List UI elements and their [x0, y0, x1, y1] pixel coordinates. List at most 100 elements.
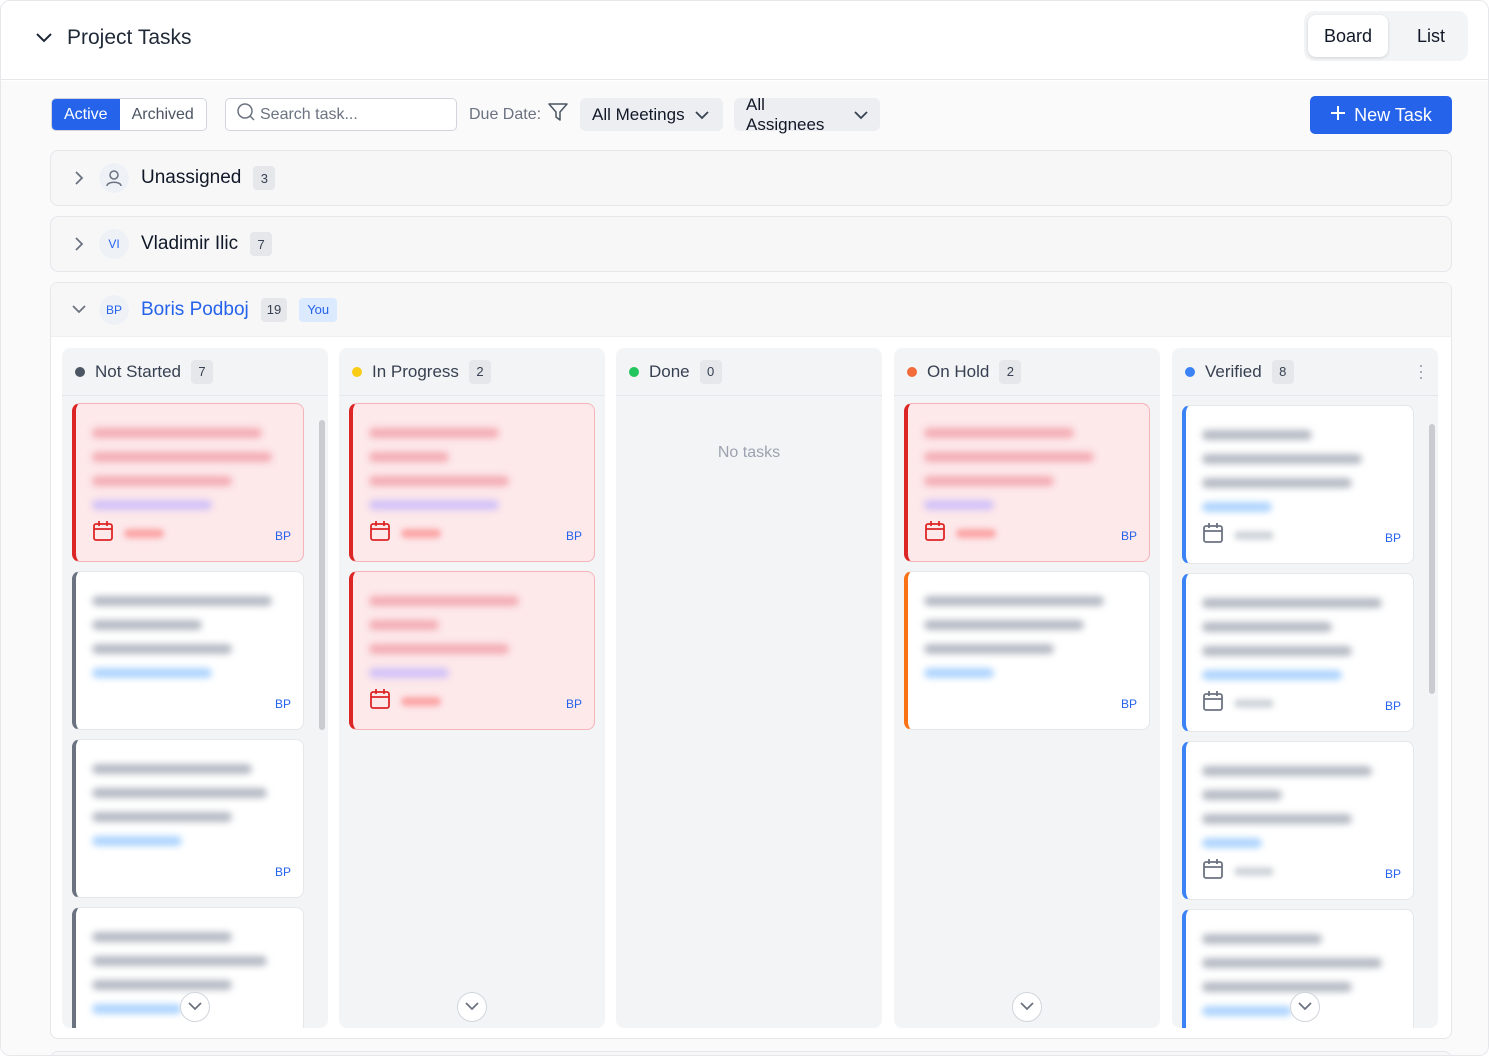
group-header[interactable]: VI Vladimir Ilic 7: [51, 217, 273, 271]
active-tab[interactable]: Active: [52, 99, 120, 130]
due-date: [369, 520, 441, 547]
filter-icon[interactable]: [547, 101, 569, 128]
column-title: Done: [649, 361, 690, 381]
column-not-started: Not Started 7 BP BP BP: [62, 348, 328, 1028]
task-card-content: [369, 588, 549, 692]
view-toggle: Board List: [1304, 11, 1468, 61]
meetings-dropdown-label: All Meetings: [592, 104, 685, 124]
new-task-button[interactable]: New Task: [1310, 96, 1452, 134]
board-view-button[interactable]: Board: [1308, 15, 1388, 57]
assignee-initials: BP: [565, 697, 582, 711]
group-name: Vladimir Ilic: [141, 233, 239, 254]
assignees-dropdown-label: All Assignees: [746, 94, 825, 134]
calendar-icon: [369, 688, 391, 715]
meetings-dropdown[interactable]: All Meetings: [580, 98, 723, 131]
calendar-icon: [1202, 522, 1224, 549]
next-group-edge: [50, 1051, 1452, 1055]
list-view-button[interactable]: List: [1398, 15, 1464, 57]
calendar-icon: [1202, 858, 1224, 885]
status-dot: [75, 366, 85, 377]
task-card[interactable]: BP: [72, 739, 304, 898]
task-card[interactable]: BP: [72, 403, 304, 562]
task-card-content: [369, 420, 549, 524]
load-more-button[interactable]: [180, 992, 210, 1022]
due-date: [92, 520, 164, 547]
new-task-label: New Task: [1354, 104, 1432, 125]
status-segmented-control: Active Archived: [51, 98, 207, 131]
task-card[interactable]: BP: [1182, 573, 1414, 732]
column-verified: Verified 8 · · · BP BP BP: [1172, 348, 1438, 1028]
task-card-content: [1202, 422, 1382, 526]
scrollbar-thumb[interactable]: [319, 420, 325, 730]
collapse-panel-toggle[interactable]: Project Tasks: [35, 26, 192, 50]
column-title: In Progress: [372, 361, 459, 381]
assignees-dropdown[interactable]: All Assignees: [734, 95, 880, 134]
you-badge: You: [299, 297, 338, 322]
avatar: VI: [99, 229, 129, 259]
due-date: [369, 688, 441, 715]
column-count-badge: 2: [999, 359, 1022, 384]
search-box[interactable]: [225, 98, 457, 131]
task-card[interactable]: BP: [1182, 741, 1414, 900]
task-card-content: [924, 588, 1104, 692]
group-count-badge: 7: [250, 232, 273, 256]
calendar-icon: [369, 520, 391, 547]
chevron-down-icon: [188, 998, 202, 1016]
chevron-right-icon: [71, 237, 87, 251]
assignee-initials: BP: [1384, 531, 1401, 545]
group-unassigned[interactable]: Unassigned 3: [50, 150, 1452, 206]
chevron-down-icon: [694, 105, 709, 125]
assignee-initials: BP: [274, 529, 291, 543]
task-card[interactable]: BP: [72, 571, 304, 730]
user-icon: [99, 163, 129, 193]
status-dot: [907, 366, 917, 377]
search-input[interactable]: [260, 105, 450, 124]
due-date: [1202, 858, 1274, 885]
assignee-initials: BP: [1120, 697, 1137, 711]
column-title: Verified: [1205, 361, 1262, 381]
due-date-label: Due Date:: [469, 105, 542, 123]
column-title: On Hold: [927, 361, 990, 381]
chevron-down-icon: [71, 305, 87, 314]
task-card[interactable]: BP: [904, 571, 1150, 730]
group-name: Boris Podboj: [141, 298, 249, 320]
task-card[interactable]: BP: [349, 571, 595, 730]
group-count-badge: 3: [253, 166, 276, 190]
due-date: [1202, 522, 1274, 549]
task-card-content: [92, 420, 272, 524]
column-scrollbar[interactable]: [1427, 406, 1436, 1026]
load-more-button[interactable]: [457, 992, 487, 1022]
task-card[interactable]: BP: [904, 403, 1150, 562]
chevron-down-icon: [35, 26, 53, 50]
group-vladimir-ilic[interactable]: VI Vladimir Ilic 7: [50, 216, 1452, 272]
group-header[interactable]: Unassigned 3: [51, 151, 276, 205]
column-done: Done 0 No tasks: [616, 348, 882, 1028]
chevron-down-icon: [854, 105, 868, 125]
task-card-content: [92, 756, 272, 860]
group-header[interactable]: BP Boris Podboj 19 You: [51, 283, 1451, 337]
column-scrollbar[interactable]: [317, 406, 326, 1026]
assignee-initials: BP: [1120, 529, 1137, 543]
search-icon: [236, 102, 256, 127]
archived-tab[interactable]: Archived: [120, 99, 206, 130]
status-dot: [352, 366, 362, 377]
calendar-icon: [924, 520, 946, 547]
task-card[interactable]: BP: [349, 403, 595, 562]
more-options-icon[interactable]: · · ·: [1418, 356, 1424, 386]
task-card[interactable]: BP: [1182, 405, 1414, 564]
load-more-button[interactable]: [1290, 992, 1320, 1022]
chevron-down-icon: [465, 998, 479, 1016]
avatar: BP: [99, 294, 129, 325]
column-count-badge: 2: [468, 359, 491, 384]
column-title: Not Started: [95, 361, 181, 381]
due-date-filter[interactable]: Due Date:: [469, 98, 569, 131]
load-more-button[interactable]: [1012, 992, 1042, 1022]
chevron-down-icon: [1020, 998, 1034, 1016]
calendar-icon: [1202, 690, 1224, 717]
project-tasks-panel: Project Tasks Board List Active Archived…: [0, 0, 1489, 1056]
task-card-content: [1202, 590, 1382, 694]
task-card-content: [924, 420, 1104, 524]
scrollbar-thumb[interactable]: [1429, 424, 1435, 694]
calendar-icon: [92, 520, 114, 547]
column-count-badge: 0: [699, 359, 722, 384]
